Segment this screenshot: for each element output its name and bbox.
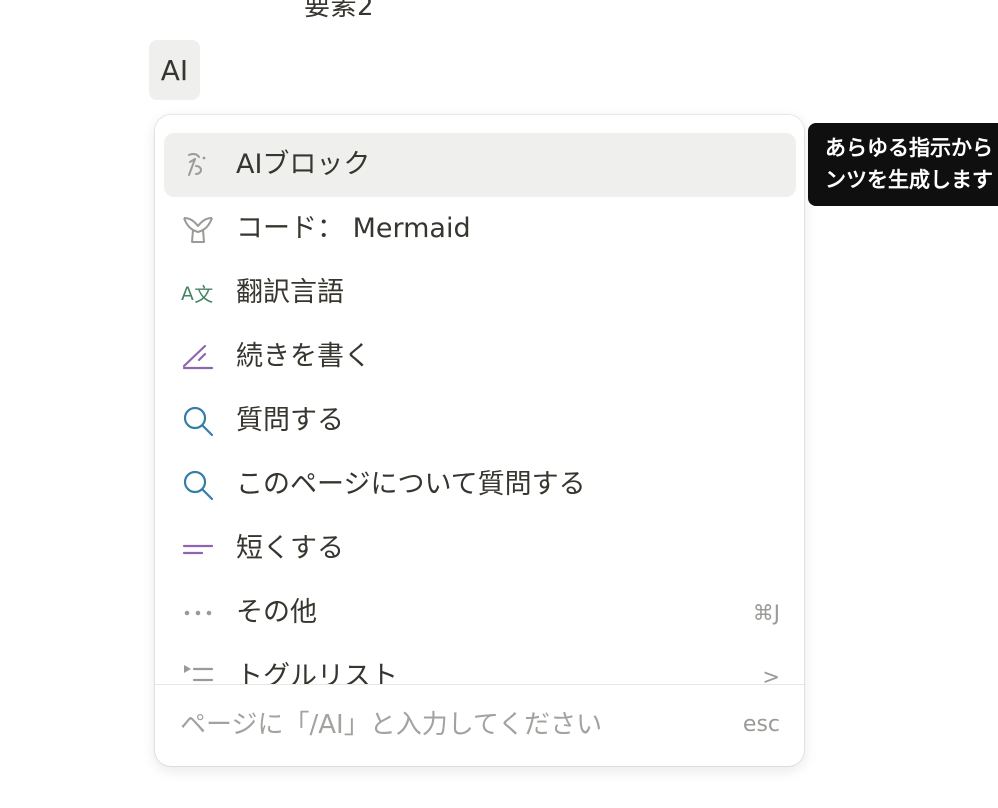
- previous-block-text: 要素2: [304, 0, 375, 22]
- ai-command-menu: AIブロック コード： Mermaid A 文 翻訳言語 続きを書く 質問する …: [155, 115, 804, 766]
- menu-item-label: このページについて質問する: [236, 469, 586, 500]
- svg-text:A: A: [181, 284, 194, 305]
- menu-item-label: 翻訳言語: [236, 277, 344, 308]
- translate-icon: A 文: [181, 276, 215, 310]
- search-icon: [181, 404, 215, 438]
- more-icon: [181, 596, 215, 630]
- menu-item-list: AIブロック コード： Mermaid A 文 翻訳言語 続きを書く 質問する …: [155, 115, 804, 684]
- typed-ai-text[interactable]: AI: [149, 40, 200, 100]
- shortcut-hint: ⌘J: [752, 601, 780, 625]
- esc-hint[interactable]: esc: [743, 685, 780, 765]
- footer-hint-text: ページに「/AI」と入力してください: [180, 710, 603, 740]
- menu-item-label: その他: [236, 597, 317, 628]
- continue-writing-icon: [181, 340, 215, 374]
- menu-item-label: コード： Mermaid: [236, 213, 471, 244]
- menu-item-mermaid[interactable]: コード： Mermaid: [164, 197, 796, 261]
- menu-item-shorten[interactable]: 短くする: [164, 517, 796, 581]
- tooltip-line-2: ンツを生成します: [825, 168, 993, 192]
- menu-item-label: 短くする: [236, 533, 344, 564]
- menu-footer: ページに「/AI」と入力してください esc: [155, 684, 804, 766]
- tooltip-line-1: あらゆる指示から: [825, 136, 993, 160]
- tooltip: あらゆる指示から ンツを生成します: [808, 123, 998, 206]
- menu-item-toggle-list[interactable]: トグルリスト >: [164, 645, 796, 684]
- menu-item-translate[interactable]: A 文 翻訳言語: [164, 261, 796, 325]
- menu-item-more[interactable]: その他 ⌘J: [164, 581, 796, 645]
- mermaid-icon: [181, 212, 215, 246]
- svg-text:文: 文: [194, 284, 213, 306]
- menu-item-label: 質問する: [236, 405, 344, 436]
- submenu-arrow: >: [762, 665, 780, 684]
- ai-block-icon: [181, 148, 215, 182]
- menu-item-label: AIブロック: [236, 149, 371, 180]
- shorten-icon: [181, 532, 215, 566]
- menu-item-ai-block[interactable]: AIブロック: [164, 133, 796, 197]
- menu-item-ask[interactable]: 質問する: [164, 389, 796, 453]
- toggle-list-icon: [181, 660, 215, 684]
- menu-item-ask-about-page[interactable]: このページについて質問する: [164, 453, 796, 517]
- search-icon: [181, 468, 215, 502]
- menu-item-continue-writing[interactable]: 続きを書く: [164, 325, 796, 389]
- menu-item-label: トグルリスト: [236, 661, 398, 684]
- menu-item-label: 続きを書く: [236, 341, 371, 372]
